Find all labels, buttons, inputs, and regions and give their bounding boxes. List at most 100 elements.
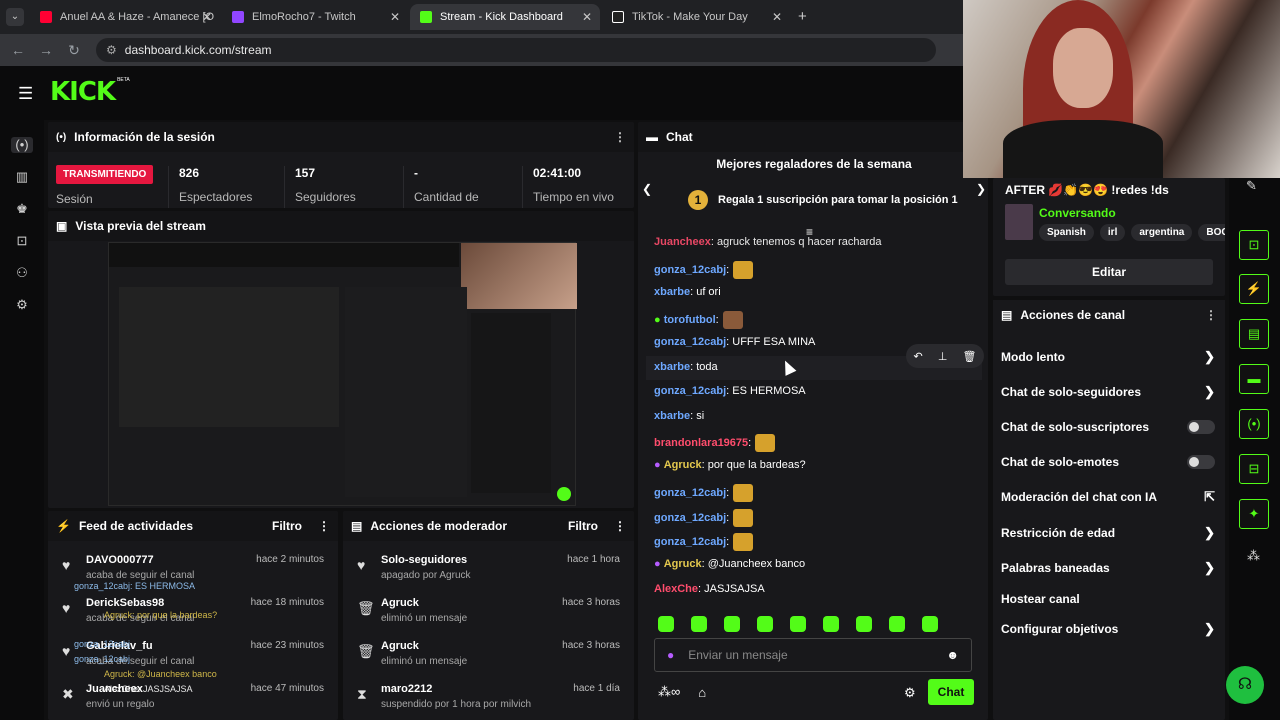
back-icon[interactable]: ← [4,42,32,58]
chat-send-button[interactable]: Chat [928,679,974,705]
username[interactable]: gonza_12cabj [654,536,726,548]
username[interactable]: Juancheex [654,236,711,248]
chat-settings-icon[interactable]: ⚙ [904,685,916,701]
action-ai-moderation[interactable]: Moderación del chat con IA ⇱ [1001,485,1215,509]
emote-icon[interactable] [757,616,773,632]
chat-panel: ▬ Chat Mejores regaladores de la semana ❮… [638,122,988,720]
more-icon[interactable]: ⋮ [614,519,626,533]
username[interactable]: xbarbe [654,410,690,422]
store-icon[interactable]: ⌂ [698,685,706,700]
chat-input[interactable]: ● Enviar un mensaje ☻ [654,638,972,672]
new-tab-icon[interactable]: + [798,8,807,25]
pin-message-icon[interactable]: ⊥ [938,350,948,363]
mic-icon: ● [654,459,661,471]
tab-search-icon[interactable]: ⌄ [6,8,24,26]
browser-tab-active[interactable]: Stream - Kick Dashboard ✕ [410,4,600,30]
points-icon[interactable]: ⁂∞ [658,684,680,700]
username[interactable]: xbarbe [654,286,690,298]
site-info-icon[interactable]: ⚙ [106,43,117,57]
emote-icon[interactable] [889,616,905,632]
menu-icon[interactable]: ☰ [18,84,33,104]
gifters-cta[interactable]: 1 Regala 1 suscripción para tomar la pos… [688,190,958,210]
document-icon[interactable]: ▤ [1239,319,1269,349]
subscribers-only-toggle[interactable] [1187,420,1215,434]
filter-button[interactable]: Filtro [568,519,598,533]
tag: BOC [1198,224,1225,241]
category-name[interactable]: Conversando [1039,206,1116,220]
chat-bubble-icon[interactable]: ▬ [1239,364,1269,394]
support-button[interactable]: ☊ [1226,666,1264,704]
mod-action-time: hace 3 horas [562,597,620,608]
edit-button[interactable]: Editar [1005,259,1213,285]
action-goals[interactable]: Configurar objetivos ❯ [1001,617,1215,641]
reload-icon[interactable]: ↻ [60,42,88,59]
edit-pencil-icon[interactable]: ✎ [1246,178,1257,194]
analytics-icon[interactable]: ▥ [14,169,30,185]
close-icon[interactable]: ✕ [390,10,400,24]
actions-icon: ▤ [1001,308,1013,322]
forward-icon[interactable]: → [32,42,60,58]
username[interactable]: torofutbol [664,314,716,326]
emoji-icon[interactable]: ☻ [946,648,959,662]
mod-item: 🗑 Agruck eliminó un mensaje hace 3 horas [351,594,626,636]
close-icon[interactable]: ✕ [772,10,782,24]
users-icon[interactable]: ⚇ [14,265,30,281]
mod-icon[interactable]: ⊡ [14,233,30,249]
action-age-restriction[interactable]: Restricción de edad ❯ [1001,521,1215,545]
delete-icon[interactable]: 🗑 [962,350,976,363]
tab-title: Anuel AA & Haze - Amanece [O [60,11,215,23]
mod-view-icon[interactable]: ⊡ [1239,230,1269,260]
action-followers-only[interactable]: Chat de solo-seguidores ❯ [1001,380,1215,404]
broadcast-icon[interactable]: (•) [11,137,33,153]
username[interactable]: Agruck [664,459,702,471]
browser-tab[interactable]: Anuel AA & Haze - Amanece [O ✕ [30,4,220,30]
action-slow-mode[interactable]: Modo lento ❯ [1001,345,1215,369]
prev-icon[interactable]: ❮ [642,182,652,196]
more-icon[interactable]: ⋮ [1205,308,1217,322]
apps-icon[interactable]: ⁂ [1247,548,1260,564]
inbox-icon[interactable]: ⊟ [1239,454,1269,484]
username[interactable]: brandonlara19675 [654,437,748,449]
reply-icon[interactable]: ↶ [914,350,923,363]
browser-tab[interactable]: TikTok - Make Your Day ✕ [602,4,790,30]
action-host-channel[interactable]: Hostear canal [1001,587,1215,611]
emote-icon[interactable] [724,616,740,632]
mod-action-desc: suspendido por 1 hora por milvich [381,699,532,710]
close-icon[interactable]: ✕ [202,10,212,24]
broadcast-icon[interactable]: (•) [1239,409,1269,439]
username[interactable]: xbarbe [654,361,690,373]
emote-icon[interactable] [823,616,839,632]
username[interactable]: gonza_12cabj [654,385,726,397]
verified-icon: ● [654,313,661,326]
emotes-only-toggle[interactable] [1187,455,1215,469]
more-icon[interactable]: ⋮ [614,130,626,144]
filter-button[interactable]: Filtro [272,519,302,533]
overlay-line: gonza_12cabj: ES HERMOSA [74,581,196,591]
stat-count: - Cantidad de [403,166,479,208]
settings-icon[interactable]: ⚙ [14,297,30,313]
close-icon[interactable]: ✕ [582,10,592,24]
action-banned-words[interactable]: Palabras baneadas ❯ [1001,556,1215,580]
bolt-icon[interactable]: ⚡ [1239,274,1269,304]
emote-icon[interactable] [790,616,806,632]
username[interactable]: AlexChe [654,583,698,595]
username[interactable]: Agruck [664,558,702,570]
browser-tab[interactable]: ElmoRocho7 - Twitch ✕ [222,4,408,30]
panel-header: ▬ Chat [638,122,988,152]
emote-icon[interactable] [922,616,938,632]
emote-icon[interactable] [856,616,872,632]
kick-logo[interactable]: KICK BETA [50,77,130,107]
url-field[interactable]: ⚙ dashboard.kick.com/stream [96,38,936,62]
stream-preview-video[interactable] [108,242,577,506]
username[interactable]: gonza_12cabj [654,487,726,499]
emote-icon[interactable] [691,616,707,632]
username[interactable]: gonza_12cabj [654,512,726,524]
stat-value: 02:41:00 [533,166,582,180]
trophy-icon[interactable]: ♚ [14,201,30,217]
emote-icon[interactable] [658,616,674,632]
next-icon[interactable]: ❯ [976,182,986,196]
username[interactable]: gonza_12cabj [654,336,726,348]
more-icon[interactable]: ⋮ [318,519,330,533]
username[interactable]: gonza_12cabj [654,264,726,276]
wrench-icon[interactable]: ✦ [1239,499,1269,529]
